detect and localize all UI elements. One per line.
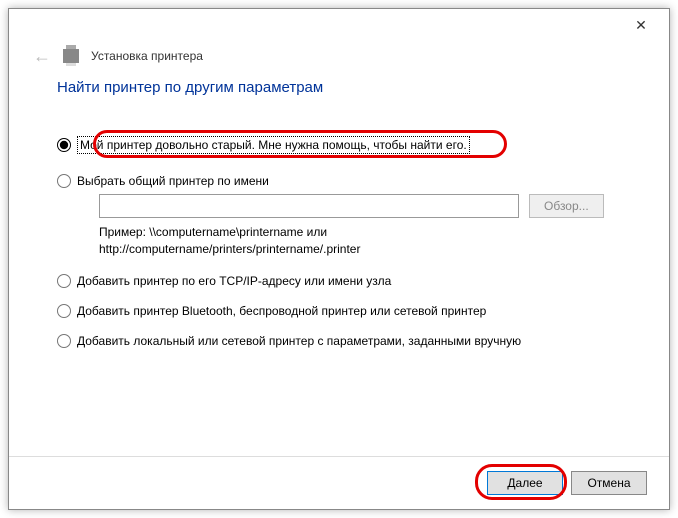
titlebar: ✕ bbox=[9, 9, 669, 41]
browse-button: Обзор... bbox=[529, 194, 604, 218]
back-arrow-icon: ← bbox=[33, 47, 51, 65]
shared-name-input-row: Обзор... bbox=[99, 194, 621, 218]
radio-old-printer[interactable] bbox=[57, 138, 71, 152]
printer-name-input[interactable] bbox=[99, 194, 519, 218]
close-icon[interactable]: ✕ bbox=[625, 9, 657, 41]
wizard-window: ✕ ← Установка принтера Найти принтер по … bbox=[8, 8, 670, 510]
option-bluetooth-label: Добавить принтер Bluetooth, беспроводной… bbox=[77, 304, 486, 318]
option-tcpip[interactable]: Добавить принтер по его TCP/IP-адресу ил… bbox=[57, 274, 621, 288]
option-bluetooth[interactable]: Добавить принтер Bluetooth, беспроводной… bbox=[57, 304, 621, 318]
wizard-header: ← Установка принтера bbox=[9, 41, 669, 79]
radio-local[interactable] bbox=[57, 334, 71, 348]
option-tcpip-label: Добавить принтер по его TCP/IP-адресу ил… bbox=[77, 274, 391, 288]
example-text: Пример: \\computername\printername или h… bbox=[99, 224, 621, 258]
option-local[interactable]: Добавить локальный или сетевой принтер с… bbox=[57, 334, 621, 348]
radio-bluetooth[interactable] bbox=[57, 304, 71, 318]
cancel-button[interactable]: Отмена bbox=[571, 471, 647, 495]
content-area: Найти принтер по другим параметрам Мой п… bbox=[9, 79, 669, 456]
option-local-label: Добавить локальный или сетевой принтер с… bbox=[77, 334, 521, 348]
example-line-2: http://computername/printers/printername… bbox=[99, 241, 621, 258]
printer-icon bbox=[63, 49, 79, 63]
page-heading: Найти принтер по другим параметрам bbox=[57, 79, 621, 96]
option-shared-label: Выбрать общий принтер по имени bbox=[77, 174, 269, 188]
option-old-printer-label: Мой принтер довольно старый. Мне нужна п… bbox=[77, 136, 470, 154]
next-button[interactable]: Далее bbox=[487, 471, 563, 495]
radio-tcpip[interactable] bbox=[57, 274, 71, 288]
option-shared-by-name[interactable]: Выбрать общий принтер по имени bbox=[57, 174, 621, 188]
wizard-title: Установка принтера bbox=[91, 49, 203, 63]
radio-shared-by-name[interactable] bbox=[57, 174, 71, 188]
option-old-printer[interactable]: Мой принтер довольно старый. Мне нужна п… bbox=[57, 136, 621, 154]
example-line-1: Пример: \\computername\printername или bbox=[99, 224, 621, 241]
footer: Далее Отмена bbox=[9, 456, 669, 509]
